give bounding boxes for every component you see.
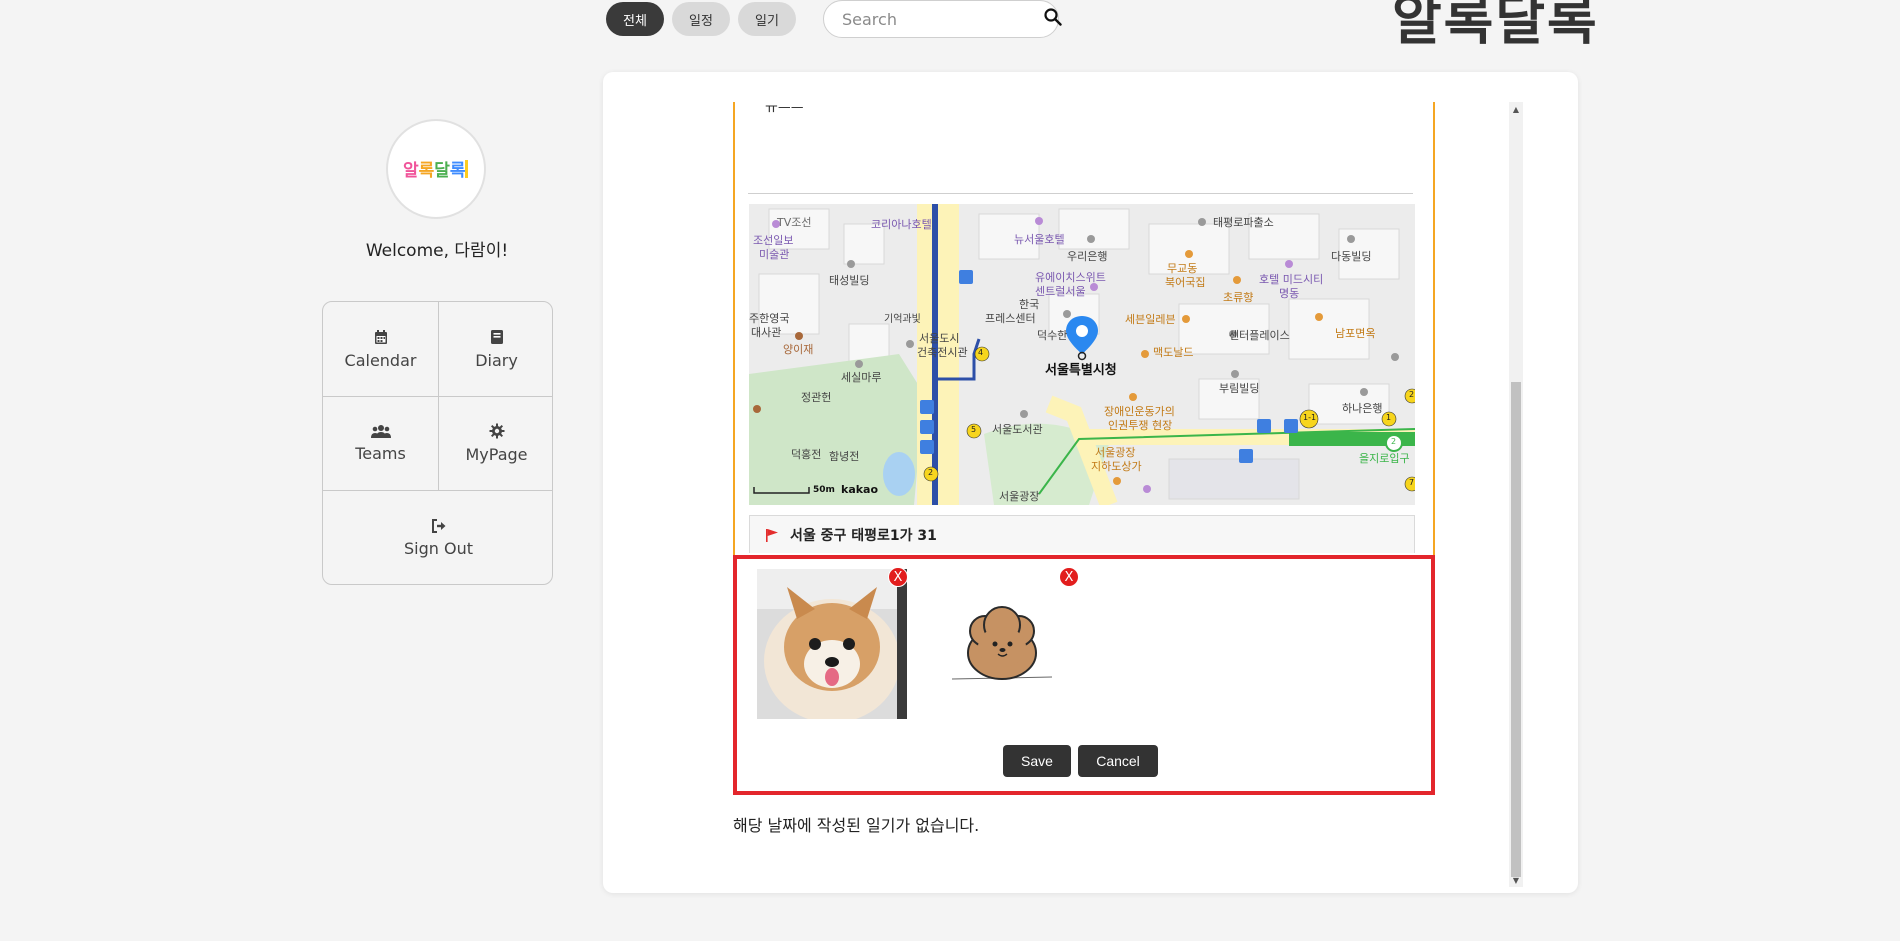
location-map[interactable]: TV조선 코리아나호텔 뉴서울호텔 우리은행 태평로파출소 다동빌딩 조선일보 …: [749, 204, 1415, 505]
map-label: 초류향: [1223, 291, 1254, 304]
tab-schedule[interactable]: 일정: [672, 2, 730, 36]
sidebar-item-signout[interactable]: Sign Out: [323, 491, 552, 584]
map-label: 명동: [1279, 287, 1300, 300]
calendar-icon: [374, 329, 387, 344]
flag-icon: [766, 528, 778, 542]
remove-photo-button[interactable]: X: [888, 567, 908, 587]
map-label: 센트럴서울: [1035, 285, 1086, 298]
photo-thumbnail[interactable]: [757, 569, 907, 719]
brand-logo-text: 알록달록: [1392, 0, 1599, 52]
map-label: 맥도날드: [1153, 346, 1194, 359]
route-badge: 1: [1386, 413, 1392, 422]
map-label: 우리은행: [1067, 250, 1108, 263]
gear-icon: [489, 423, 504, 439]
content-divider: [748, 193, 1413, 194]
sidebar-item-label: Diary: [475, 350, 518, 370]
search-input[interactable]: [840, 8, 1044, 30]
pomeranian-photo: [757, 569, 907, 719]
route-badge: 2: [1409, 390, 1415, 399]
sign-out-icon: [431, 519, 445, 533]
route-badge: 2: [1391, 437, 1397, 446]
search-bar: [823, 0, 1062, 38]
map-label: 기억과빛: [884, 314, 921, 325]
tab-diary[interactable]: 일기: [738, 2, 796, 36]
map-logo: kakao: [841, 483, 879, 496]
route-badge: 5: [971, 425, 977, 434]
map-label: TV조선: [777, 216, 812, 229]
remove-photo-button[interactable]: X: [1059, 567, 1079, 587]
map-scale-label: 50m: [813, 485, 835, 495]
diary-card: ㅠㅡㅡ TV조선 코리아나호텔 뉴서울호텔 우리은행 태평로파출소 다동빌딩 조…: [603, 72, 1578, 893]
map-label: 서울광장: [999, 490, 1040, 503]
sidebar-item-diary[interactable]: Diary: [439, 302, 552, 396]
route-badge: 7: [1409, 478, 1415, 487]
sidebar-item-teams[interactable]: Teams: [323, 397, 438, 490]
tab-all[interactable]: 전체: [606, 2, 664, 36]
map-label: 프레스센터: [985, 312, 1036, 325]
sidebar-item-calendar[interactable]: Calendar: [323, 302, 438, 396]
map-label: 북어국집: [1165, 276, 1206, 289]
map-label: 을지로입구: [1359, 452, 1410, 465]
map-label: 정관헌: [801, 391, 832, 404]
photo-upload-panel: X X Save Cancel: [733, 555, 1435, 795]
sidebar-item-mypage[interactable]: MyPage: [439, 397, 552, 490]
sidebar-item-label: Teams: [355, 444, 406, 463]
search-icon[interactable]: [1044, 8, 1062, 30]
address-text: 서울 중구 태평로1가 31: [790, 527, 937, 544]
map-label: 덕홍전: [791, 448, 822, 461]
map-label: 다동빌딩: [1331, 250, 1372, 263]
save-button[interactable]: Save: [1003, 745, 1071, 777]
photo-thumbnail[interactable]: [927, 569, 1077, 719]
scroll-up-arrow-icon[interactable]: ▲: [1509, 102, 1523, 116]
map-label: 태평로파출소: [1213, 216, 1274, 229]
sidebar-menu: Calendar Diary Teams MyPage Sign Out: [322, 301, 553, 585]
route-badge: 4: [978, 348, 984, 357]
content-scrollbar[interactable]: ▲ ▼: [1509, 102, 1523, 887]
sidebar-item-label: Calendar: [344, 350, 417, 370]
puppy-drawing: [951, 606, 1053, 680]
map-label: 뉴서울호텔: [1014, 233, 1065, 246]
users-icon: [370, 425, 391, 438]
map-label: 센터플레이스: [1229, 329, 1290, 342]
filter-tabs: 전체 일정 일기: [606, 2, 796, 36]
cancel-button[interactable]: Cancel: [1078, 745, 1158, 777]
map-label: 미술관: [759, 248, 790, 261]
map-label: 대사관: [751, 326, 782, 339]
scrollbar-thumb[interactable]: [1511, 382, 1521, 877]
map-label: 서울특별시청: [1045, 363, 1117, 378]
scroll-down-arrow-icon[interactable]: ▼: [1509, 873, 1523, 887]
map-label: 세븐일레븐: [1125, 313, 1176, 326]
map-label: 덕수한: [1037, 329, 1068, 342]
empty-diary-message: 해당 날짜에 작성된 일기가 없습니다.: [733, 816, 980, 835]
welcome-text: Welcome, 다람이!: [365, 241, 509, 261]
sidebar-item-label: MyPage: [465, 445, 528, 464]
map-label: 함녕전: [829, 450, 860, 463]
location-address: 서울 중구 태평로1가 31: [749, 515, 1415, 553]
map-label: 코리아나호텔: [871, 218, 932, 231]
route-badge: 2: [928, 468, 934, 477]
sidebar-item-label: Sign Out: [404, 539, 473, 558]
map-label: 태성빌딩: [829, 274, 870, 287]
map-label: 지하도상가: [1091, 460, 1142, 473]
map-label: 인권투쟁 현장: [1108, 419, 1173, 432]
map-label: 세실마루: [841, 371, 882, 384]
entry-text: ㅠㅡㅡ: [765, 101, 804, 117]
svg-text:알록달록: 알록달록: [403, 160, 466, 181]
avatar-logo: 알록달록: [403, 160, 468, 181]
route-badge: 1-1: [1303, 413, 1317, 422]
map-label: 하나은행: [1342, 402, 1383, 415]
book-icon: [490, 329, 503, 344]
avatar: 알록달록: [386, 119, 486, 219]
map-label: 서울도서관: [992, 423, 1043, 436]
map-label: 남포면옥: [1335, 327, 1376, 340]
map-label: 양이재: [783, 343, 814, 356]
map-label: 건축전시관: [917, 346, 968, 359]
map-label: 부림빌딩: [1219, 382, 1260, 395]
